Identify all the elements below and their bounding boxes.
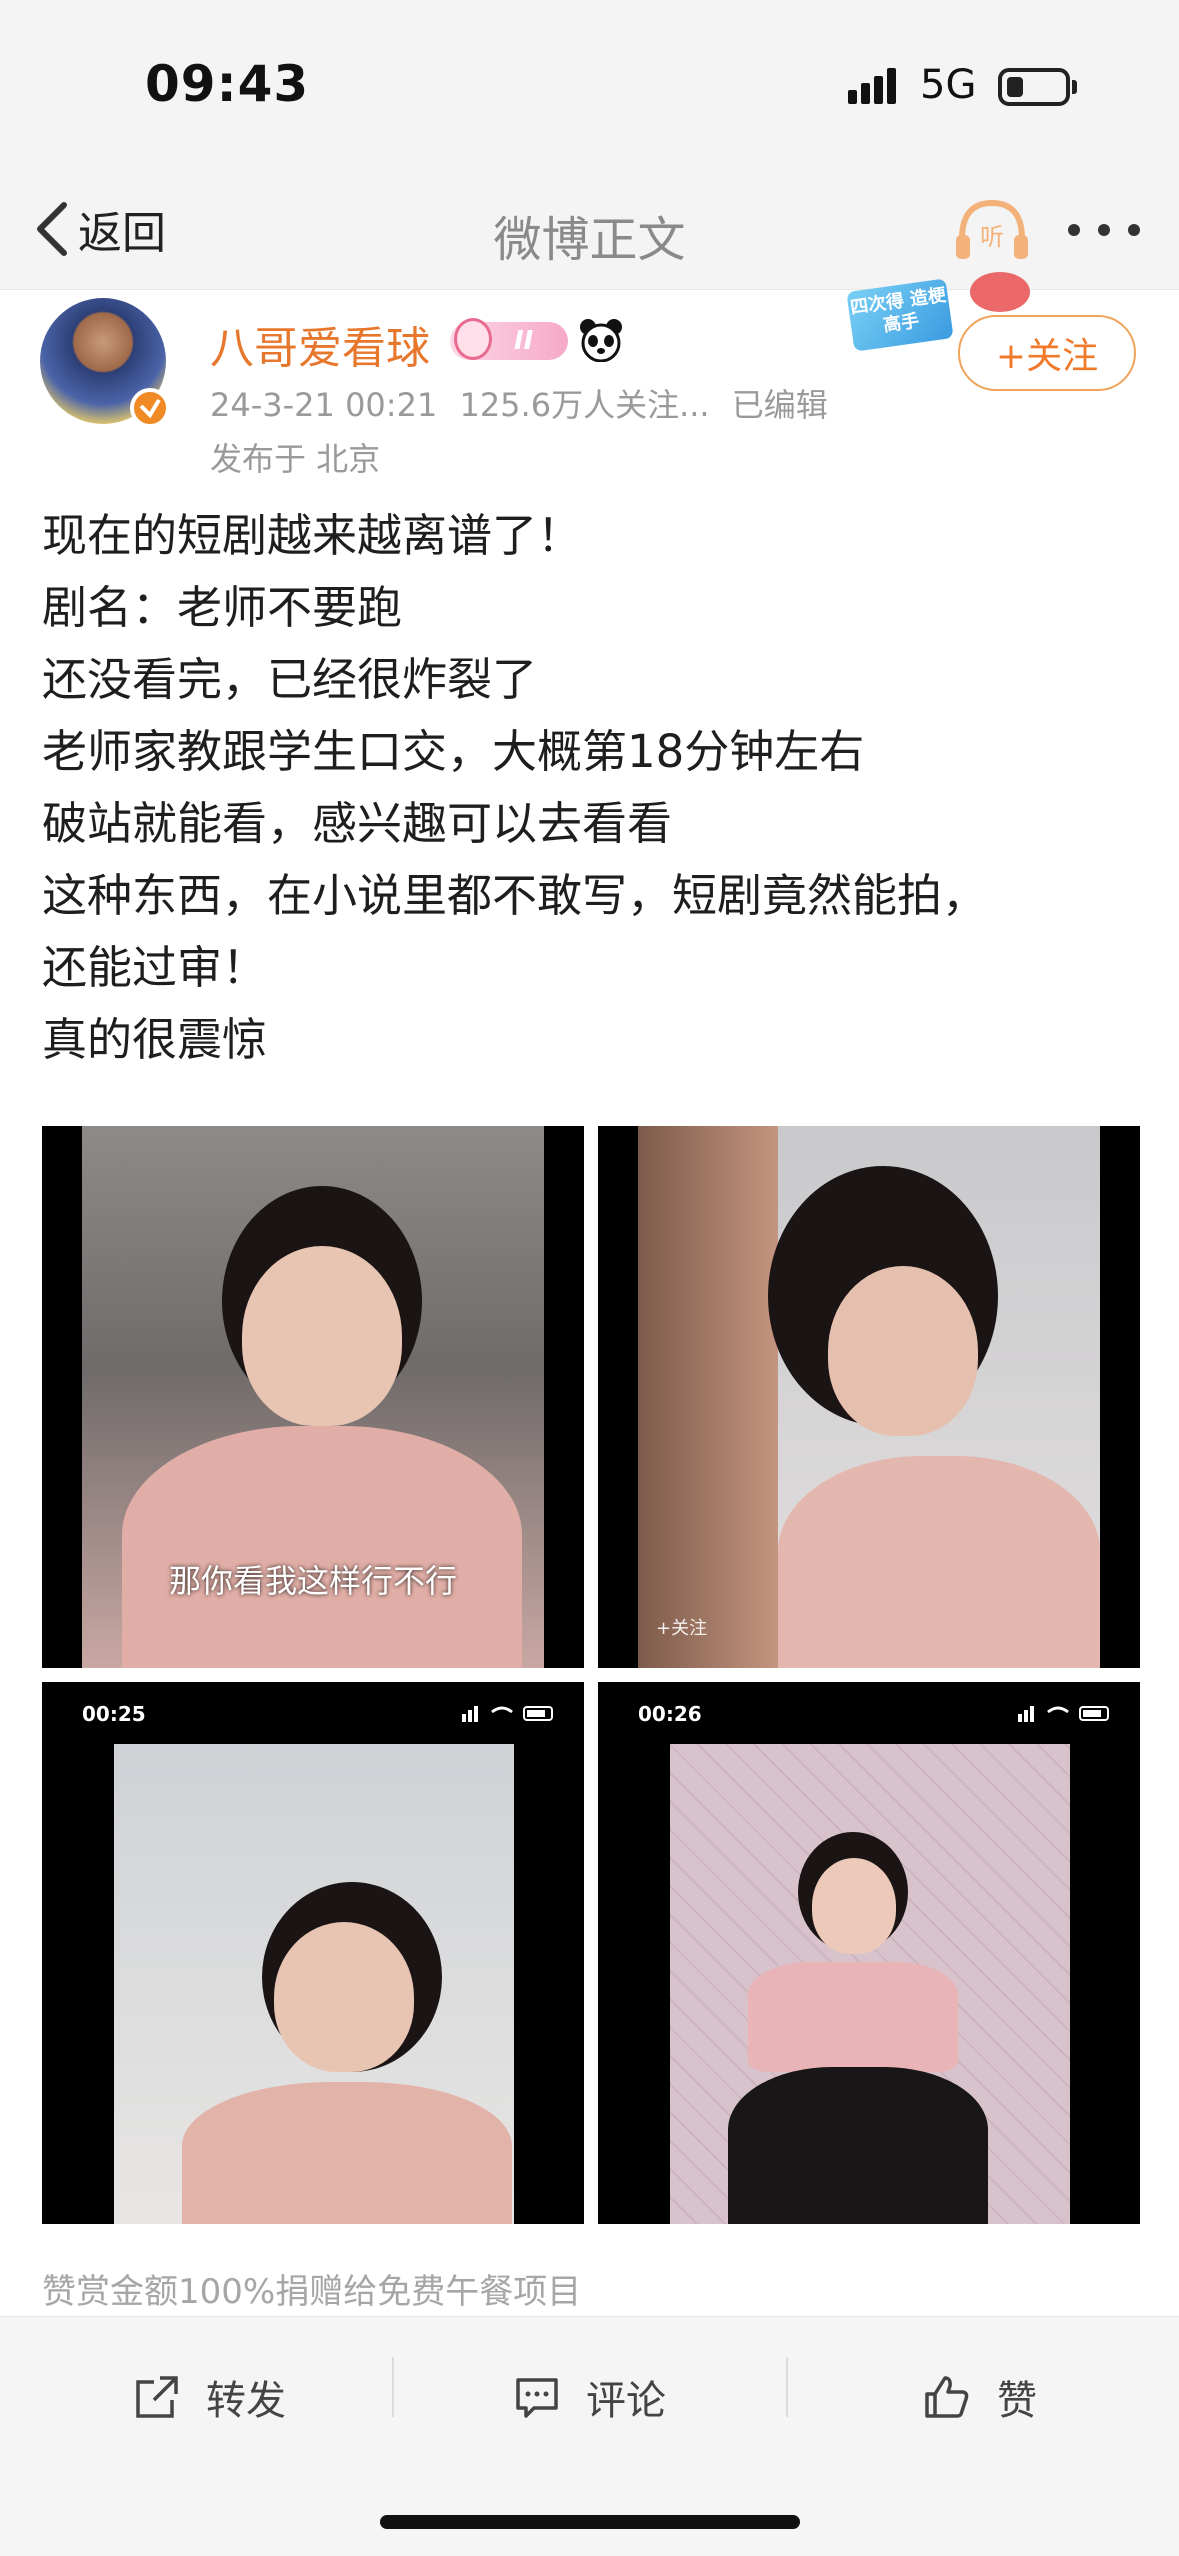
- edited-label[interactable]: 已编辑: [732, 386, 828, 424]
- video-time: 00:26: [638, 1702, 702, 1726]
- author-name[interactable]: 八哥爱看球: [210, 312, 430, 376]
- comment-icon: [516, 2378, 558, 2418]
- post-line: 这种东西，在小说里都不敢写，短剧竟然能拍，: [42, 869, 988, 922]
- vip-level: II: [514, 326, 534, 356]
- photo-shoulders: [182, 2082, 512, 2224]
- post-timestamp: 24-3-21 00:21: [210, 386, 438, 424]
- post-line: 老师家教跟学生口交，大概第18分钟左右: [42, 725, 865, 778]
- post-image-1[interactable]: 那你看我这样行不行: [42, 1126, 584, 1668]
- status-bar: 09:43 5G: [0, 0, 1179, 170]
- repost-label: 转发: [206, 2378, 286, 2424]
- comment-label: 评论: [586, 2378, 666, 2424]
- like-button[interactable]: 赞: [830, 2357, 1130, 2437]
- battery-tip: [1072, 80, 1077, 94]
- follow-button[interactable]: +关注: [958, 315, 1136, 391]
- post-location: 发布于 北京: [210, 440, 381, 478]
- battery-icon: [998, 68, 1070, 106]
- promo-sticker[interactable]: 四次得 造梗高手: [846, 278, 954, 352]
- photo-face: [828, 1266, 978, 1436]
- post-line: 还没看完，已经很炸裂了: [42, 653, 538, 706]
- action-divider: [786, 2357, 788, 2417]
- photo-face: [242, 1246, 402, 1426]
- mini-status-icons: [1018, 1706, 1109, 1722]
- post-image-4[interactable]: 00:26: [598, 1682, 1140, 2224]
- repost-icon: [136, 2376, 178, 2418]
- photo-dress-top: [748, 1962, 958, 2072]
- listen-headphones-icon[interactable]: 听: [952, 195, 1032, 265]
- verified-badge-icon: [130, 388, 170, 428]
- image-grid: 那你看我这样行不行 +关注 00:25 00:26: [42, 1126, 1140, 2226]
- post-image-2[interactable]: +关注: [598, 1126, 1140, 1668]
- status-time: 09:43: [145, 55, 310, 113]
- photo-face: [274, 1922, 414, 2072]
- repost-button[interactable]: 转发: [60, 2357, 360, 2437]
- photo-shoulders: [122, 1426, 522, 1668]
- network-type: 5G: [920, 62, 977, 108]
- thumbs-up-icon: [925, 2376, 969, 2418]
- post-line: 剧名：老师不要跑: [42, 581, 403, 634]
- post-line: 真的很震惊: [42, 1013, 268, 1066]
- post-line: 还能过审！: [42, 941, 268, 994]
- vip-badge[interactable]: II: [450, 318, 568, 360]
- video-follow-tag: +关注: [656, 1618, 708, 1639]
- photo-face: [812, 1858, 896, 1954]
- post-line: 现在的短剧越来越离谱了！: [42, 509, 583, 562]
- cellular-signal-icon: [848, 68, 896, 104]
- follower-count: 125.6万人关注...: [459, 386, 710, 424]
- promo-decoration: [970, 272, 1030, 312]
- more-icon[interactable]: [1064, 220, 1144, 240]
- panda-icon: [580, 319, 622, 362]
- photo-dress-skirt: [728, 2067, 988, 2224]
- home-indicator[interactable]: [380, 2515, 800, 2529]
- comment-button[interactable]: 评论: [440, 2357, 740, 2437]
- vip-avatar-icon: [454, 318, 492, 360]
- mini-status-icons: [462, 1706, 553, 1722]
- post-meta: 24-3-21 00:21 125.6万人关注... 已编辑: [210, 380, 840, 426]
- photo-shoulders: [778, 1456, 1100, 1668]
- photo-second-person: [638, 1126, 778, 1668]
- listen-label: 听: [980, 223, 1004, 251]
- reward-note[interactable]: 赞赏金额100%捐赠给免费午餐项目: [42, 2264, 581, 2313]
- video-time: 00:25: [82, 1702, 146, 1726]
- image-caption: 那你看我这样行不行: [168, 1562, 457, 1600]
- post-image-3[interactable]: 00:25: [42, 1682, 584, 2224]
- action-divider: [392, 2357, 394, 2417]
- like-label: 赞: [997, 2378, 1037, 2424]
- post-line: 破站就能看，感兴趣可以去看看: [42, 797, 673, 850]
- post-body: 现在的短剧越来越离谱了！ 剧名：老师不要跑 还没看完，已经很炸裂了 老师家教跟学…: [42, 500, 1142, 1076]
